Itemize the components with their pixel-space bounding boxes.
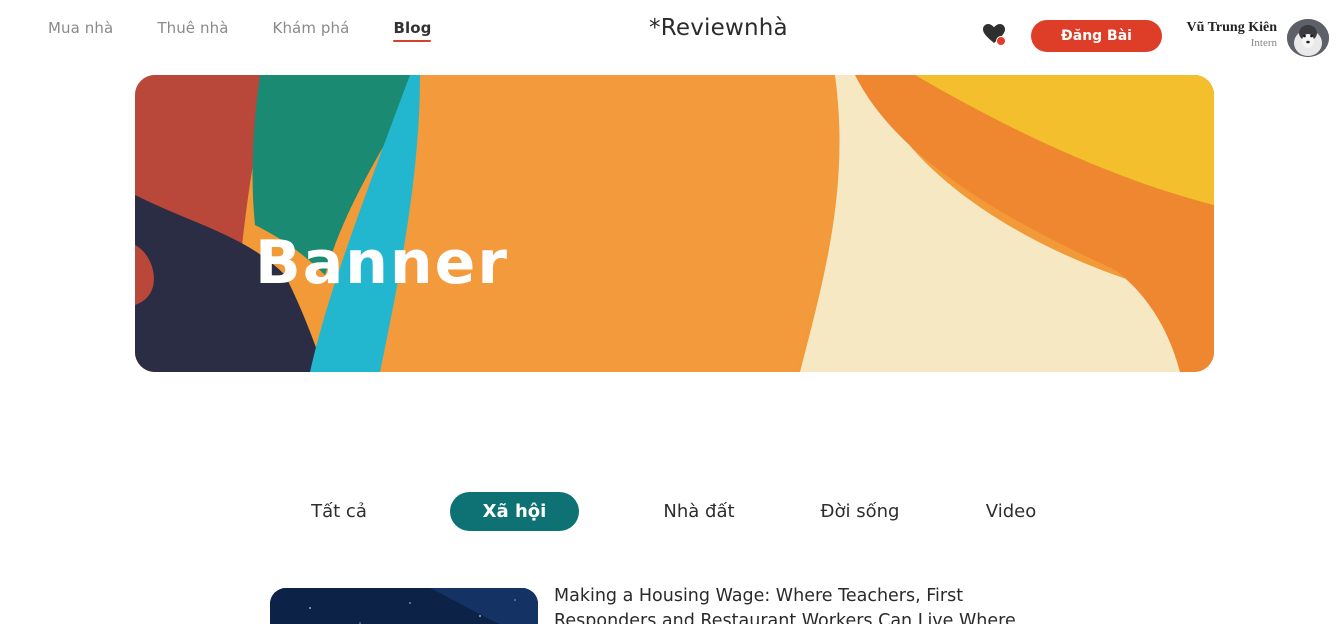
nav-item-explore[interactable]: Khám phá [273, 19, 350, 37]
tab-society[interactable]: Xã hội [450, 492, 579, 531]
site-logo[interactable]: *Reviewnhà [649, 15, 788, 41]
tab-lifestyle[interactable]: Đời sống [810, 492, 910, 531]
notification-dot [996, 36, 1006, 46]
nav-item-blog[interactable]: Blog [393, 19, 432, 42]
nav-item-buy[interactable]: Mua nhà [48, 19, 113, 37]
post-article-button[interactable]: Đăng Bài [1031, 20, 1162, 52]
avatar-image [1287, 19, 1329, 57]
tab-all[interactable]: Tất cả [300, 492, 378, 531]
category-tabs: Tất cả Xã hội Nhà đất Đời sống Video [0, 492, 1339, 531]
tab-video[interactable]: Video [978, 492, 1044, 531]
top-header: Mua nhà Thuê nhà Khám phá Blog *Reviewnh… [0, 0, 1339, 64]
tab-real-estate[interactable]: Nhà đất [654, 492, 744, 531]
user-name: Vũ Trung Kiên [1186, 20, 1277, 35]
article-title[interactable]: Making a Housing Wage: Where Teachers, F… [554, 584, 1054, 624]
article-thumbnail[interactable] [270, 588, 538, 624]
user-info[interactable]: Vũ Trung Kiên Intern [1186, 20, 1277, 49]
nav-item-rent[interactable]: Thuê nhà [157, 19, 228, 37]
article-thumbnail-image [270, 588, 538, 624]
avatar[interactable] [1287, 19, 1329, 57]
banner-text: Banner [255, 228, 509, 298]
banner-artwork [135, 75, 1214, 372]
favorites-heart-icon[interactable] [982, 22, 1006, 46]
hero-banner: Banner [135, 75, 1214, 372]
main-nav: Mua nhà Thuê nhà Khám phá Blog [48, 19, 475, 42]
user-role: Intern [1250, 37, 1277, 49]
